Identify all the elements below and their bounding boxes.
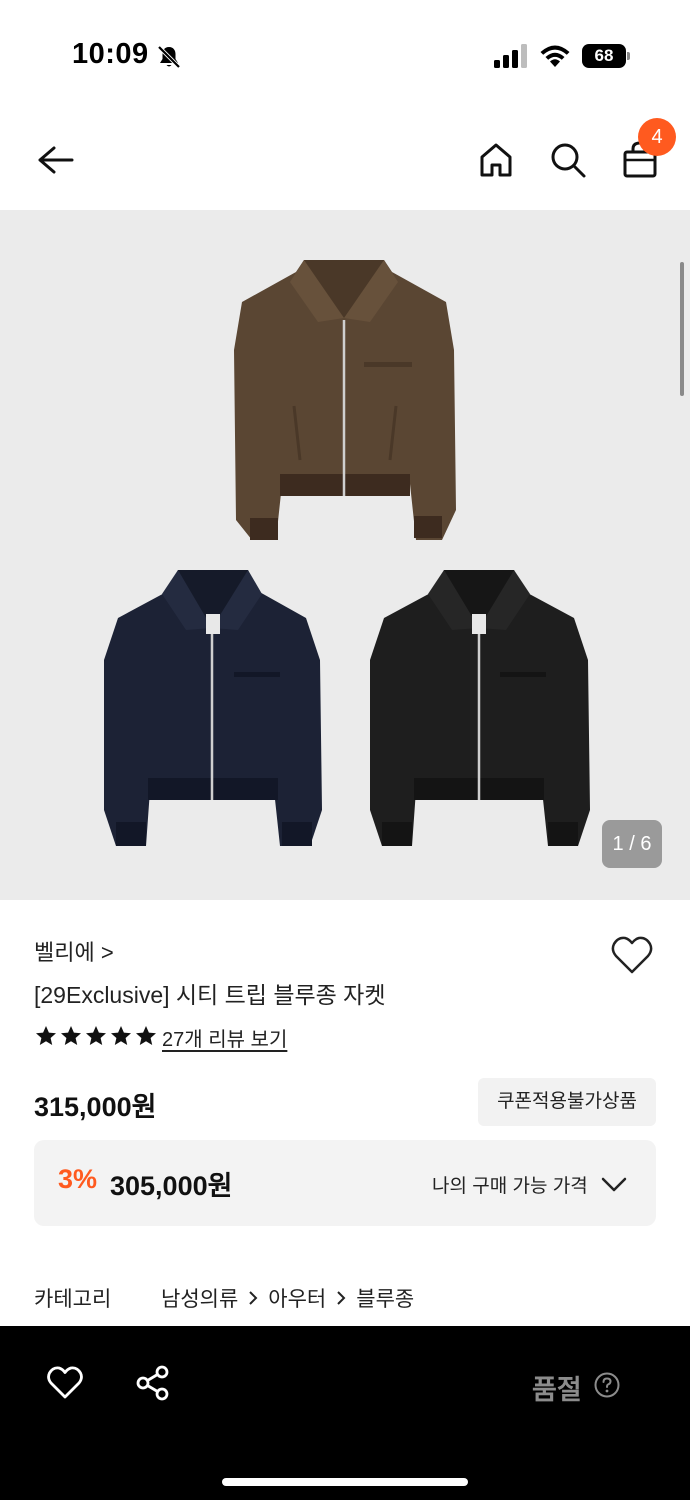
coupon-status-chip: 쿠폰적용불가상품 (478, 1078, 656, 1126)
wifi-icon (540, 45, 570, 67)
gallery-page-indicator: 1 / 6 (602, 820, 662, 868)
discount-price: 305,000원 (110, 1171, 233, 1201)
battery-icon: 68 (582, 44, 630, 68)
home-icon[interactable] (476, 140, 516, 180)
category-link[interactable]: 블루종 (356, 1283, 414, 1313)
share-icon[interactable] (134, 1364, 172, 1402)
cart-count-badge: 4 (638, 118, 676, 156)
wishlist-heart-icon[interactable] (46, 1364, 84, 1402)
brown-jacket-image (234, 260, 456, 540)
category-breadcrumb: 남성의류 아우터 블루종 (161, 1283, 414, 1313)
review-link[interactable]: 27개 리뷰 보기 (162, 1023, 287, 1052)
wishlist-heart-icon[interactable] (610, 934, 654, 976)
app-header (0, 110, 690, 210)
product-image (104, 260, 590, 846)
black-jacket-image (370, 570, 590, 846)
bottom-action-bar (0, 1326, 690, 1500)
category-link[interactable]: 남성의류 (161, 1283, 238, 1313)
star-icon (111, 1026, 131, 1045)
star-icon (86, 1026, 106, 1045)
category-label: 카테고리 (34, 1288, 112, 1311)
soldout-label: 품절 (532, 1375, 582, 1405)
battery-level: 68 (582, 44, 626, 68)
status-time: 10:09 (72, 38, 149, 70)
scrollbar-thumb[interactable] (680, 262, 684, 396)
search-icon[interactable] (548, 140, 588, 180)
my-price-dropdown[interactable]: 3% 305,000원 나의 구매 가능 가격 (34, 1140, 656, 1226)
bell-off-icon (157, 45, 181, 69)
chevron-right-icon (249, 1291, 258, 1305)
rating-stars (34, 1024, 158, 1050)
star-icon (36, 1026, 56, 1045)
home-indicator (222, 1478, 468, 1486)
product-price: 315,000원 (34, 1092, 157, 1122)
status-bar: 10:09 68 (0, 0, 690, 110)
product-image-gallery[interactable] (0, 210, 690, 900)
brand-link[interactable]: 벨리에 > (34, 935, 114, 967)
product-title: [29Exclusive] 시티 트립 블루종 자켓 (34, 982, 386, 1008)
help-question-icon[interactable] (594, 1372, 620, 1398)
discount-rate: 3% (58, 1164, 98, 1194)
chevron-right-icon (337, 1291, 346, 1305)
star-icon (136, 1026, 156, 1045)
category-link[interactable]: 아우터 (268, 1283, 326, 1313)
navy-jacket-image (104, 570, 322, 846)
back-arrow-icon[interactable] (34, 140, 74, 180)
chevron-down-icon (601, 1177, 627, 1192)
cellular-signal-icon (494, 44, 527, 68)
star-icon (61, 1026, 81, 1045)
my-price-label: 나의 구매 가능 가격 (432, 1176, 588, 1197)
